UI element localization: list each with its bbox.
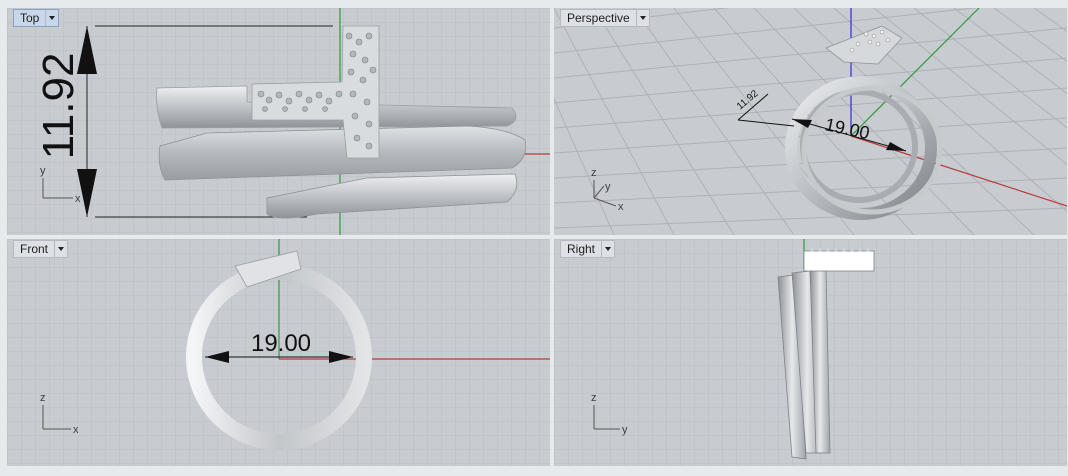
axis-label-z: z xyxy=(591,392,597,404)
dimension-arrow-right xyxy=(886,142,906,151)
viewport-perspective[interactable]: Perspective 19.00 11.92 z y x xyxy=(554,8,1067,235)
viewport-title-front[interactable]: Front xyxy=(13,240,69,258)
axis-label-x: x xyxy=(75,193,81,205)
axis-label-y: y xyxy=(622,424,628,436)
axis-label-x: x xyxy=(73,424,79,436)
viewport-top[interactable]: Top 11.92 y x xyxy=(7,8,550,235)
dimension-extension xyxy=(737,119,795,127)
viewport-title-perspective[interactable]: Perspective xyxy=(560,9,650,27)
viewport-title-top[interactable]: Top xyxy=(13,9,60,27)
axis-label-z: z xyxy=(40,392,46,404)
viewport-title-label[interactable]: Right xyxy=(561,241,601,257)
perspective-view-scene[interactable]: 19.00 11.92 z y x xyxy=(554,8,1067,235)
viewport-front[interactable]: Front 19.00 z x xyxy=(7,239,550,466)
axis-label-z: z xyxy=(591,167,597,179)
rhino-workspace: Top 11.92 y x Perspective 19.00 11.92 z … xyxy=(0,0,1068,476)
ring-outer-band xyxy=(785,76,937,220)
viewport-title-label[interactable]: Perspective xyxy=(561,10,636,26)
ring-t-head-side xyxy=(803,250,875,272)
dimension-label-width: 19.00 xyxy=(251,330,311,357)
axis-label-y: y xyxy=(605,181,611,193)
ring-t-head xyxy=(825,25,903,65)
axis-label-y: y xyxy=(40,165,46,177)
axis-label-x: x xyxy=(618,201,624,213)
viewport-title-label[interactable]: Front xyxy=(14,241,54,257)
viewport-title-right[interactable]: Right xyxy=(560,240,616,258)
viewport-menu-dropdown-icon[interactable] xyxy=(54,241,67,257)
viewport-title-label[interactable]: Top xyxy=(14,10,45,26)
y-axis-line xyxy=(850,8,980,137)
viewport-menu-dropdown-icon[interactable] xyxy=(45,10,58,26)
dimension-label-height: 11.92 xyxy=(34,53,83,160)
viewport-right[interactable]: Right z y xyxy=(554,239,1067,466)
viewport-menu-dropdown-icon[interactable] xyxy=(635,10,649,26)
front-view-scene[interactable]: 19.00 z x xyxy=(7,239,550,466)
right-view-scene[interactable]: z y xyxy=(554,239,1067,466)
dimension-label-small: 11.92 xyxy=(735,88,761,112)
top-view-scene[interactable]: 11.92 y x xyxy=(7,8,550,235)
dimension-label-width: 19.00 xyxy=(823,114,871,143)
ring-middle-band xyxy=(801,85,943,215)
viewport-menu-dropdown-icon[interactable] xyxy=(601,241,614,257)
